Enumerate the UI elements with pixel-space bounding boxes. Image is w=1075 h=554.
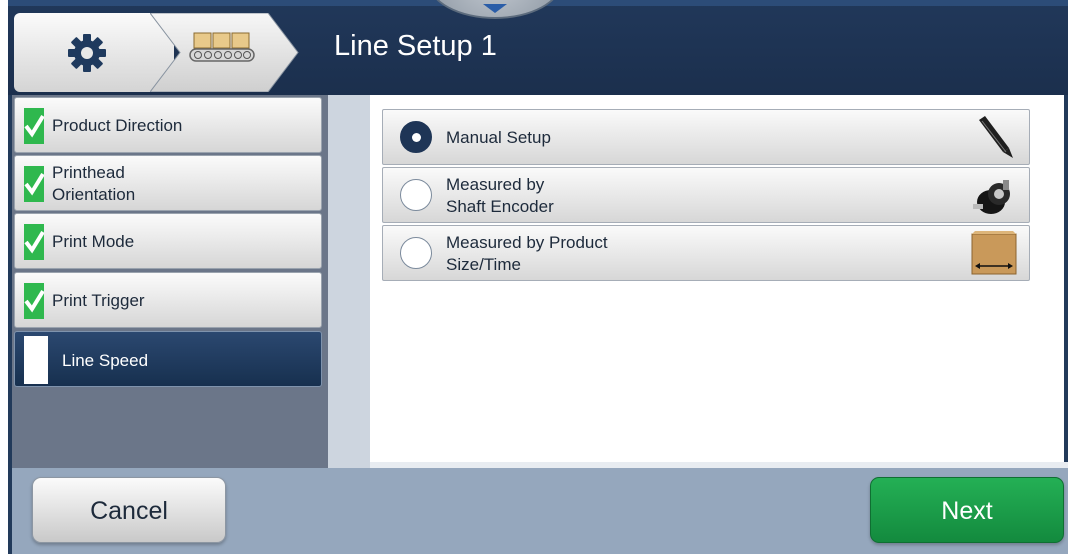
radio-button-selected[interactable] [400, 121, 432, 153]
radio-button[interactable] [400, 237, 432, 269]
product-box-icon [971, 231, 1017, 275]
gear-icon [68, 34, 106, 72]
radio-button[interactable] [400, 179, 432, 211]
wizard-steps-sidebar: Product Direction Printhead Orientation … [12, 95, 378, 468]
check-icon [24, 224, 44, 260]
option-product-size-time[interactable]: Measured by Product Size/Time [382, 225, 1030, 281]
chevron-down-icon [483, 4, 507, 13]
conveyor-line-icon [189, 32, 255, 62]
option-shaft-encoder[interactable]: Measured by Shaft Encoder [382, 167, 1030, 223]
step-label: Print Trigger [52, 291, 145, 310]
options-panel: Manual Setup Measured by Shaft Encoder M… [370, 95, 1064, 468]
app-frame: Line Setup 1 Product Direction Printhead… [8, 0, 1068, 554]
option-label: Measured by Product Size/Time [446, 233, 608, 274]
header-bar: Line Setup 1 [8, 0, 1068, 95]
option-label: Manual Setup [446, 128, 551, 147]
option-manual-setup[interactable]: Manual Setup [382, 109, 1030, 165]
step-print-mode[interactable]: Print Mode [14, 213, 322, 269]
check-icon [24, 108, 44, 144]
footer-bar: Cancel Next [12, 468, 1068, 554]
next-button[interactable]: Next [870, 477, 1064, 543]
cancel-button[interactable]: Cancel [32, 477, 226, 543]
step-printhead-orientation[interactable]: Printhead Orientation [14, 155, 322, 211]
option-label: Measured by Shaft Encoder [446, 175, 554, 216]
step-product-direction[interactable]: Product Direction [14, 97, 322, 153]
check-icon [24, 166, 44, 202]
check-icon [24, 283, 44, 319]
step-print-trigger[interactable]: Print Trigger [14, 272, 322, 328]
step-line-speed[interactable]: Line Speed [14, 331, 322, 387]
shaft-encoder-icon [973, 180, 1010, 214]
step-label: Product Direction [52, 116, 183, 135]
step-label: Print Mode [52, 232, 135, 251]
pencil-icon [979, 116, 1013, 158]
step-status-indicator [24, 336, 48, 384]
page-title: Line Setup 1 [334, 30, 497, 62]
step-label: Printhead Orientation [52, 163, 136, 204]
step-label: Line Speed [62, 351, 149, 370]
nav-dropdown-tab[interactable] [428, 0, 562, 19]
breadcrumb-line-setup[interactable] [150, 13, 300, 92]
